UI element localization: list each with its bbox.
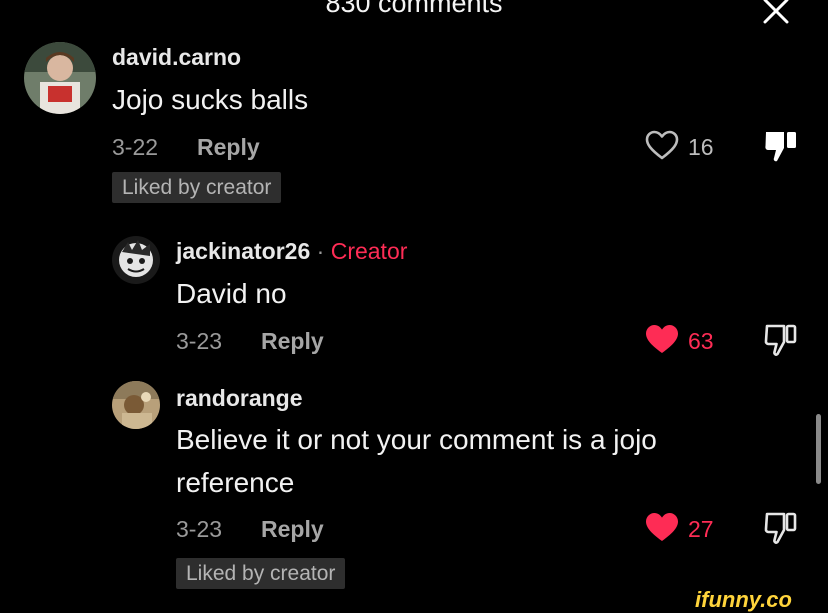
scrollbar[interactable] — [816, 414, 821, 484]
comment-date: 3-22 — [112, 134, 159, 160]
creator-label: Creator — [330, 238, 408, 264]
like-button[interactable] — [645, 512, 679, 544]
comment-text: reference — [176, 467, 295, 498]
comment-text: Believe it or not your comment is a jojo — [176, 424, 657, 455]
thumbs-down-filled-icon — [765, 132, 796, 162]
comments-count-title: 830 comments — [325, 0, 503, 18]
reply-button[interactable]: Reply — [261, 328, 324, 355]
comment-date: 3-23 — [176, 516, 223, 542]
liked-by-creator-badge: Liked by creator — [176, 558, 346, 589]
heart-outline-icon — [645, 130, 679, 160]
comment-username-line: jackinator26 · Creator — [176, 238, 407, 265]
thumbs-down-outline-icon — [764, 512, 797, 544]
heart-filled-icon — [646, 325, 678, 353]
avatar[interactable] — [24, 42, 96, 114]
avatar[interactable] — [112, 236, 160, 284]
reply-button[interactable]: Reply — [197, 134, 260, 161]
avatar[interactable] — [112, 381, 160, 429]
comment-text: Jojo sucks balls — [112, 84, 309, 115]
thumbs-down-outline-icon — [764, 324, 797, 356]
like-count: 27 — [688, 516, 714, 542]
like-button[interactable] — [645, 324, 679, 356]
comment-date: 3-23 — [176, 328, 223, 354]
close-icon[interactable] — [760, 0, 792, 27]
dislike-button[interactable] — [763, 128, 799, 164]
comment-username[interactable]: jackinator26 — [176, 238, 310, 264]
like-count: 63 — [688, 328, 714, 354]
dislike-button[interactable] — [763, 322, 799, 358]
ifunny-watermark: ifunny.co — [695, 587, 792, 612]
liked-by-creator-badge: Liked by creator — [112, 172, 282, 203]
separator-dot: · — [316, 238, 325, 264]
dislike-button[interactable] — [763, 510, 799, 546]
reply-button[interactable]: Reply — [261, 516, 324, 543]
comment-username[interactable]: randorange — [176, 385, 303, 412]
like-button[interactable] — [645, 130, 679, 162]
heart-filled-icon — [646, 513, 678, 541]
comment-text: David no — [176, 278, 287, 309]
comment-username[interactable]: david.carno — [112, 44, 241, 71]
like-count: 16 — [688, 134, 714, 160]
